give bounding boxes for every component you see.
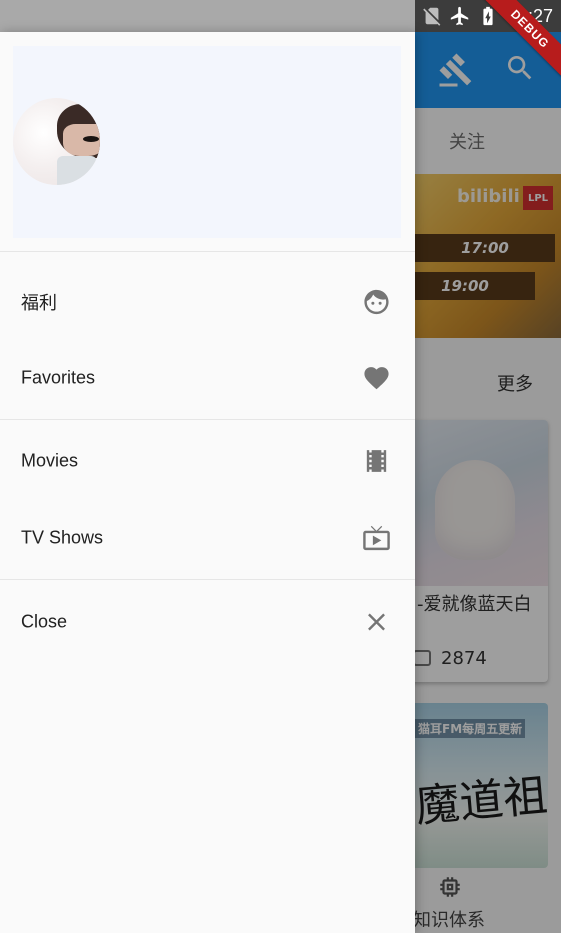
drawer-item-favorites[interactable]: Favorites — [0, 343, 415, 413]
status-bar: 11:27 — [0, 0, 561, 32]
heart-icon — [362, 364, 391, 393]
divider — [0, 419, 415, 420]
close-icon — [362, 608, 391, 637]
no-sim-icon — [421, 5, 443, 27]
movie-film-icon — [362, 447, 391, 476]
drawer-item-label: Movies — [21, 450, 79, 471]
tv-icon — [362, 524, 391, 553]
drawer-item-close[interactable]: Close — [0, 587, 415, 657]
drawer-item-welfare[interactable]: 福利 — [0, 267, 415, 337]
drawer-item-label: TV Shows — [21, 527, 104, 548]
face-icon — [362, 288, 391, 317]
avatar[interactable] — [13, 98, 100, 185]
navigation-drawer: 福利 Favorites Movies TV Shows Close — [0, 32, 415, 933]
drawer-item-label: 福利 — [21, 293, 57, 313]
drawer-item-label: Close — [21, 611, 68, 632]
drawer-item-tv-shows[interactable]: TV Shows — [0, 503, 415, 573]
divider — [0, 579, 415, 580]
airplane-mode-icon — [449, 5, 471, 27]
drawer-item-movies[interactable]: Movies — [0, 426, 415, 496]
drawer-item-label: Favorites — [21, 367, 96, 388]
divider — [0, 251, 415, 252]
